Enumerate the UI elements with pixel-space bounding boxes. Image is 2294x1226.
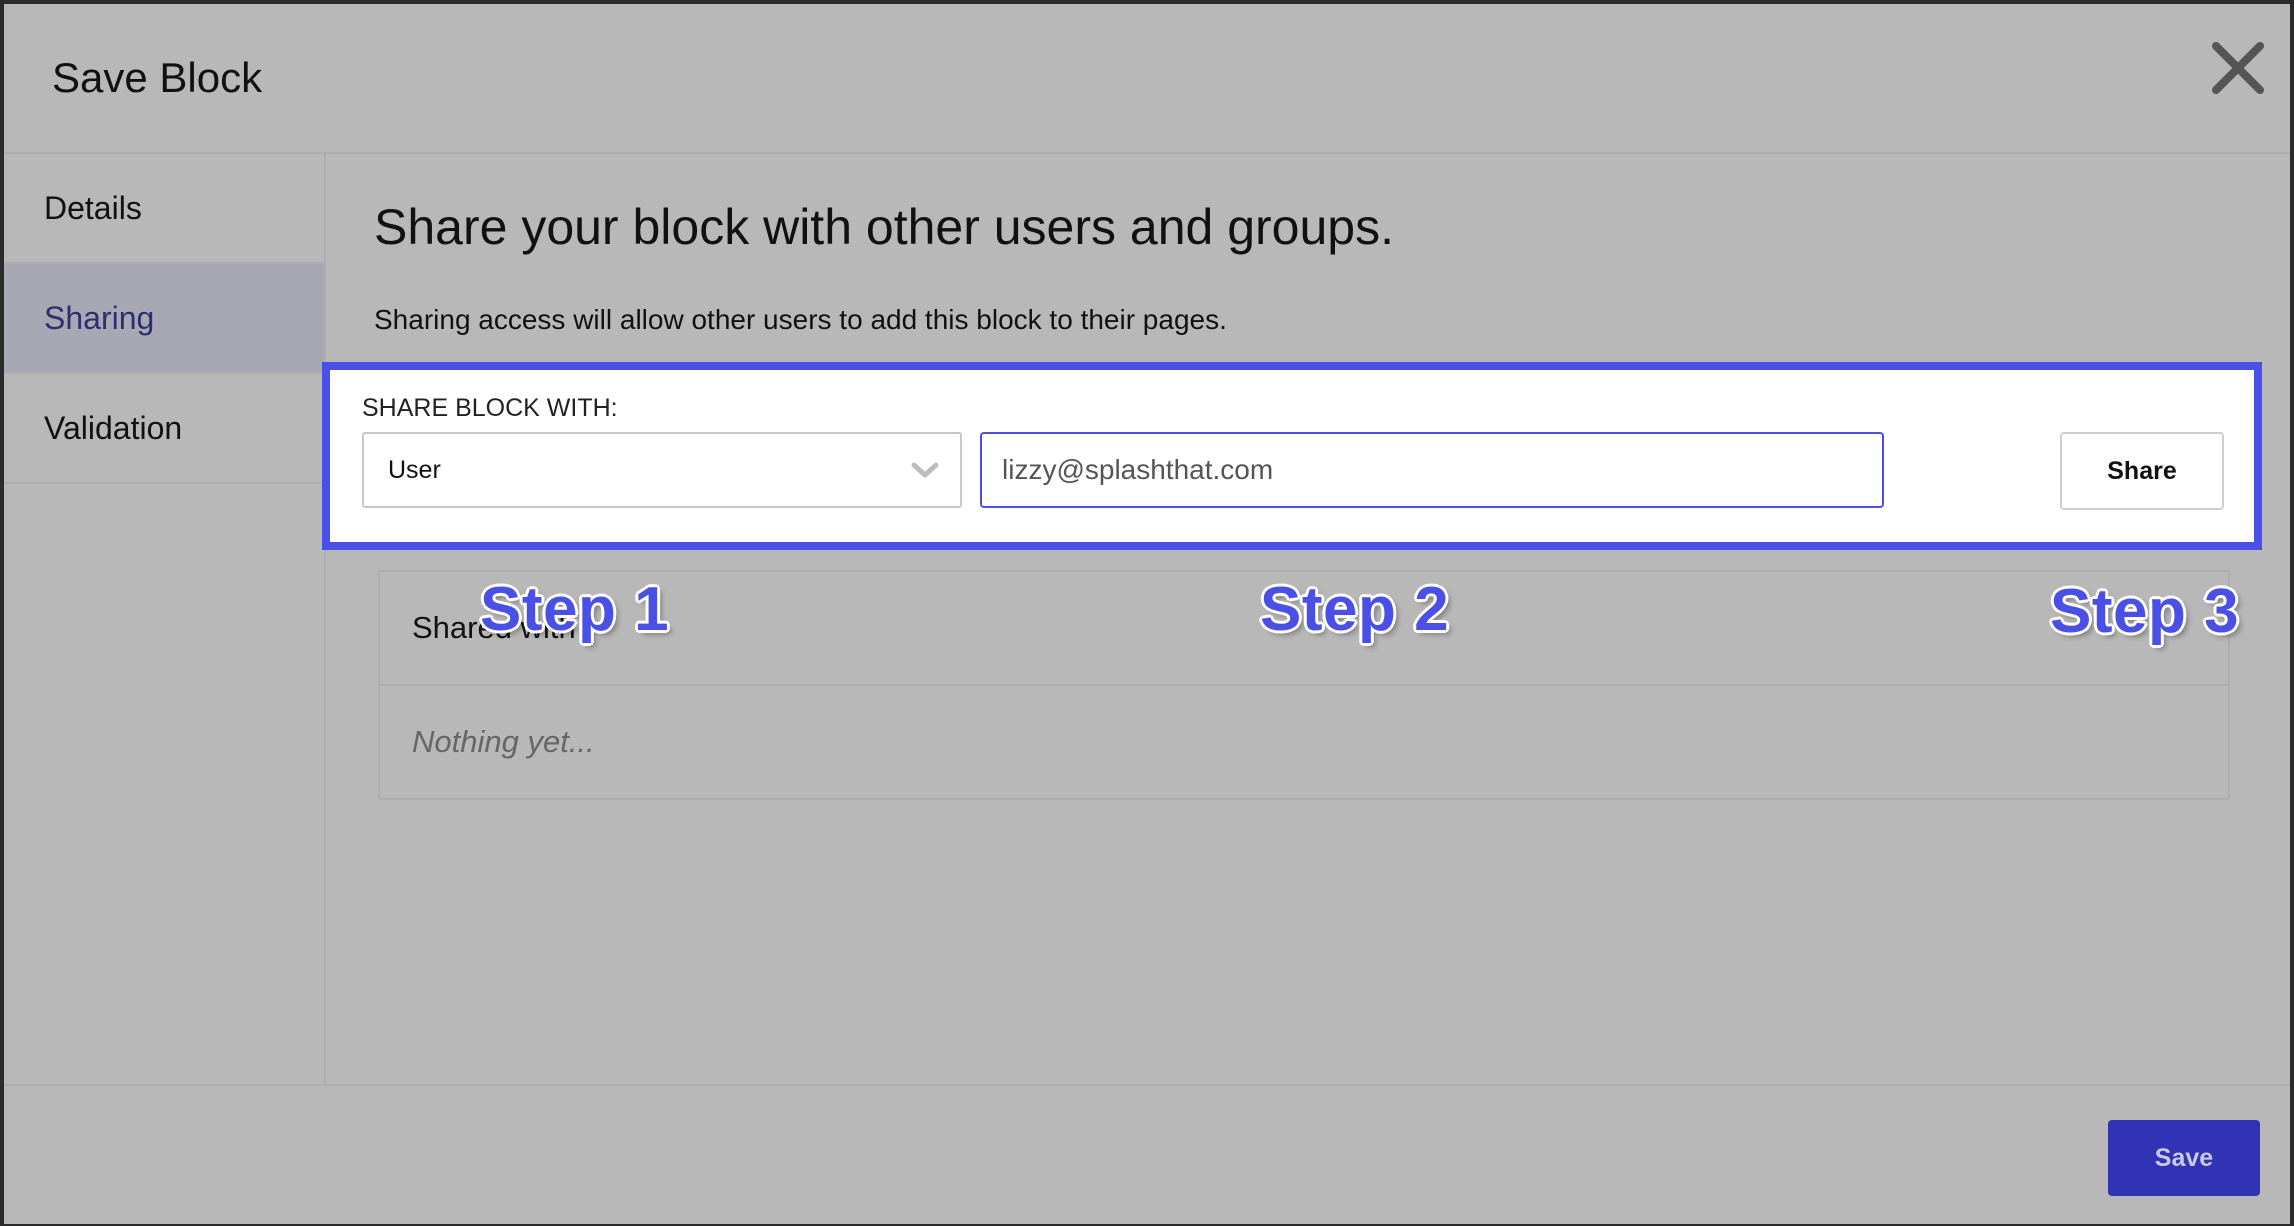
step-2-annotation: Step 2: [1260, 575, 1450, 644]
page-title: Share your block with other users and gr…: [374, 199, 1394, 255]
modal-title: Save Block: [52, 54, 263, 101]
sidebar-item-sharing[interactable]: Sharing: [4, 264, 324, 374]
close-icon: [2212, 42, 2264, 94]
sidebar-item-label: Details: [44, 190, 142, 226]
modal-header: Save Block: [4, 4, 2290, 154]
sidebar-item-details[interactable]: Details: [4, 154, 324, 264]
page-description: Sharing access will allow other users to…: [374, 304, 1227, 335]
share-block-label: SHARE BLOCK WITH:: [362, 394, 618, 422]
save-button[interactable]: Save: [2108, 1120, 2260, 1196]
save-block-modal: Save Block Details Sharing Validation Sh…: [4, 4, 2290, 1224]
share-button[interactable]: Share: [2060, 432, 2224, 510]
share-type-value: User: [388, 456, 441, 484]
sidebar-item-validation[interactable]: Validation: [4, 374, 324, 484]
modal-footer: Save: [4, 1084, 2290, 1226]
sidebar-nav: Details Sharing Validation: [4, 154, 326, 1084]
sidebar-item-label: Validation: [44, 410, 183, 446]
email-input[interactable]: [980, 432, 1884, 508]
shared-with-empty-state: Nothing yet...: [412, 724, 595, 759]
share-form-highlight: SHARE BLOCK WITH: User Share: [322, 362, 2262, 550]
close-button[interactable]: [2208, 38, 2268, 98]
step-1-annotation: Step 1: [480, 575, 670, 644]
step-3-annotation: Step 3: [2050, 577, 2240, 646]
sidebar-item-label: Sharing: [44, 300, 155, 336]
share-type-select[interactable]: User: [362, 432, 962, 508]
chevron-down-icon: [911, 462, 939, 478]
